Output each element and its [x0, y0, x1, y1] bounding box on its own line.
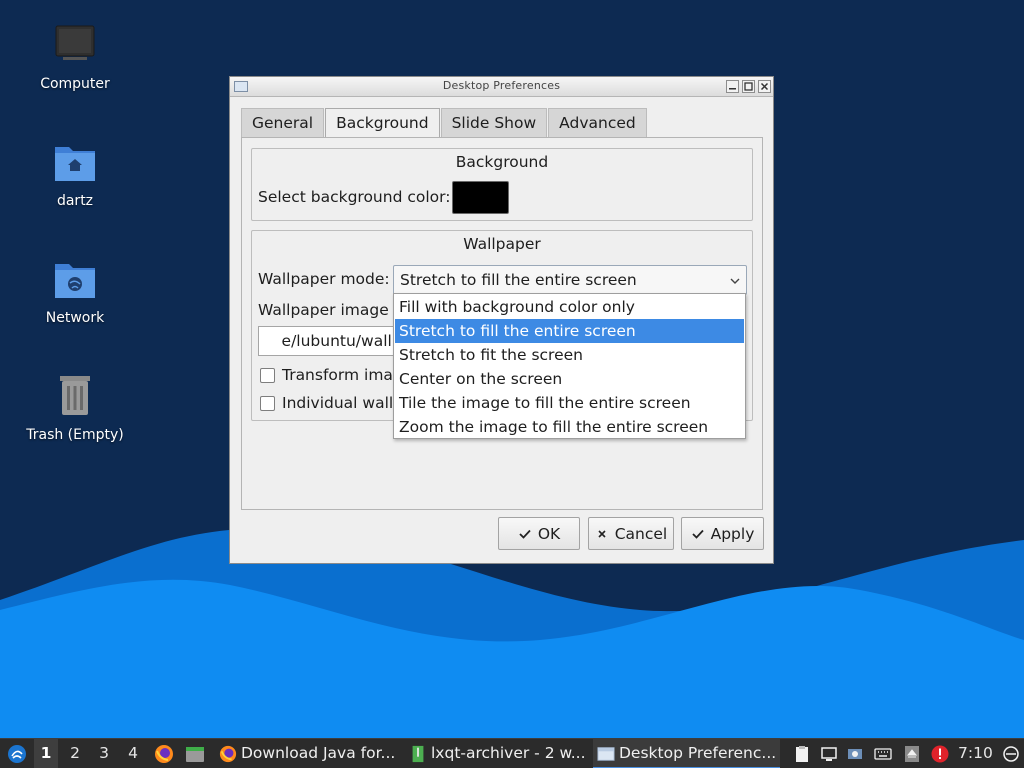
cancel-button[interactable]: Cancel — [588, 517, 674, 550]
computer-icon — [55, 25, 95, 60]
network-status-icon[interactable] — [846, 745, 864, 763]
background-group: Background Select background color: — [251, 148, 753, 221]
option-stretch-fit-screen[interactable]: Stretch to fit the screen — [395, 343, 744, 367]
transform-image-checkbox[interactable] — [260, 368, 275, 383]
desktop-icon-home[interactable]: dartz — [15, 139, 135, 209]
display-icon[interactable] — [820, 745, 838, 763]
task-label: Download Java for... — [241, 744, 396, 762]
title-bar[interactable]: Desktop Preferences — [230, 77, 773, 97]
option-tile-image[interactable]: Tile the image to fill the entire screen — [395, 391, 744, 415]
workspace-4[interactable]: 4 — [121, 739, 145, 768]
firefox-icon — [155, 745, 173, 763]
lubuntu-logo-icon — [8, 745, 26, 763]
close-icon — [760, 82, 769, 91]
x-icon — [598, 529, 606, 538]
task-lxqt-archiver[interactable]: lxqt-archiver - 2 w... — [405, 739, 590, 768]
option-center-screen[interactable]: Center on the screen — [395, 367, 744, 391]
trash-icon — [60, 376, 90, 415]
eject-icon[interactable] — [903, 745, 921, 763]
background-group-title: Background — [455, 153, 549, 171]
wallpaper-mode-dropdown-list: Fill with background color only Stretch … — [393, 293, 746, 439]
checkmark-icon — [691, 529, 704, 539]
workspace-3[interactable]: 3 — [92, 739, 116, 768]
desktop-icon-label: Trash (Empty) — [26, 427, 124, 443]
firefox-launcher[interactable] — [152, 739, 176, 768]
apply-button-label: Apply — [710, 524, 755, 543]
clipboard-icon[interactable] — [793, 745, 811, 763]
window-title: Desktop Preferences — [442, 79, 561, 92]
close-button[interactable] — [758, 80, 771, 93]
clock[interactable]: 7:10 — [958, 739, 994, 768]
wallpaper-mode-label: Wallpaper mode: — [258, 270, 390, 288]
task-download-java[interactable]: Download Java for... — [215, 739, 400, 768]
tab-slide-show[interactable]: Slide Show — [440, 108, 548, 138]
wallpaper-group-title: Wallpaper — [463, 235, 541, 253]
cancel-button-label: Cancel — [614, 524, 668, 543]
background-color-button[interactable] — [452, 181, 509, 214]
desktop-icon-network[interactable]: Network — [15, 256, 135, 326]
chevron-down-icon — [730, 278, 740, 284]
file-manager-icon — [186, 747, 204, 762]
home-folder-icon — [55, 147, 95, 181]
taskbar: 1 2 3 4 Download Java for... lxqt-archiv… — [0, 738, 1024, 768]
apply-button[interactable]: Apply — [681, 517, 764, 550]
archiver-icon — [412, 745, 424, 763]
workspace-1[interactable]: 1 — [34, 739, 58, 768]
desktop-icon-trash[interactable]: Trash (Empty) — [15, 373, 135, 443]
minimize-icon — [729, 88, 736, 90]
alert-icon[interactable] — [931, 745, 949, 763]
workspace-2[interactable]: 2 — [63, 739, 87, 768]
transform-image-label: Transform imag — [282, 366, 403, 384]
desktop-icon-label: Network — [45, 310, 105, 326]
wallpaper-mode-select[interactable]: Stretch to fill the entire screen — [393, 265, 747, 295]
tab-general[interactable]: General — [241, 108, 325, 138]
task-label: lxqt-archiver - 2 w... — [431, 744, 586, 762]
window-icon — [597, 747, 615, 761]
maximize-icon — [744, 82, 753, 91]
desktop-icon-label: dartz — [56, 193, 94, 209]
tab-bar: General Background Slide Show Advanced — [241, 108, 648, 139]
tab-background[interactable]: Background — [325, 108, 440, 139]
tab-advanced[interactable]: Advanced — [548, 108, 647, 138]
option-zoom-image[interactable]: Zoom the image to fill the entire screen — [395, 415, 744, 439]
checkmark-icon — [519, 529, 531, 539]
minimize-button[interactable] — [726, 80, 739, 93]
keyboard-icon[interactable] — [874, 745, 892, 763]
task-desktop-preferences[interactable]: Desktop Preferenc... — [593, 739, 780, 768]
wallpaper-mode-value: Stretch to fill the entire screen — [400, 271, 637, 289]
file-manager-launcher[interactable] — [183, 739, 207, 768]
task-label: Desktop Preferenc... — [619, 744, 777, 762]
desktop-preferences-window: Desktop Preferences General Background S… — [229, 76, 774, 564]
network-folder-icon — [55, 264, 95, 298]
option-fill-background-color[interactable]: Fill with background color only — [395, 295, 744, 319]
individual-wallpaper-checkbox[interactable] — [260, 396, 275, 411]
option-stretch-fill-screen[interactable]: Stretch to fill the entire screen — [395, 319, 744, 343]
firefox-icon — [219, 745, 237, 763]
desktop-icon-label: Computer — [40, 76, 110, 92]
individual-wallpaper-label: Individual wallp — [282, 394, 404, 412]
ok-button-label: OK — [537, 524, 561, 543]
maximize-button[interactable] — [742, 80, 755, 93]
main-menu-button[interactable] — [3, 739, 29, 768]
wallpaper-image-label: Wallpaper image f — [258, 301, 400, 319]
desktop-icon-computer[interactable]: Computer — [15, 22, 135, 92]
background-color-label: Select background color: — [258, 188, 451, 206]
show-desktop-icon[interactable] — [1002, 745, 1020, 763]
ok-button[interactable]: OK — [498, 517, 580, 550]
